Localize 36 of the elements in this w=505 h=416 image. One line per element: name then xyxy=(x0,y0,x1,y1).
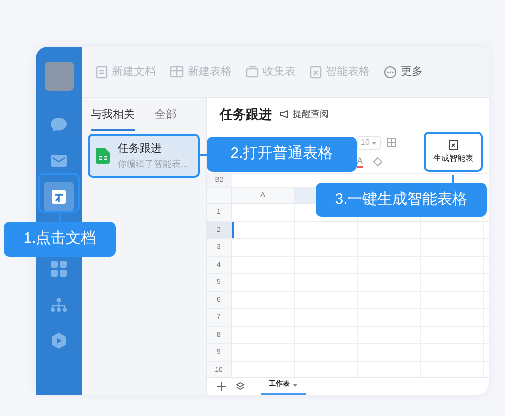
smart-table-icon xyxy=(310,66,322,78)
file-title: 任务跟进 xyxy=(118,142,163,157)
tray-icon xyxy=(246,66,259,78)
file-item[interactable]: 任务跟进 你编辑了智能表... xyxy=(88,134,200,178)
chat-icon xyxy=(50,117,68,133)
layers-icon[interactable] xyxy=(236,382,245,391)
caret-icon xyxy=(372,142,377,144)
document-icon xyxy=(51,189,67,205)
hexagon-logo-icon xyxy=(51,333,67,349)
spreadsheet-file-icon xyxy=(96,148,110,164)
selected-cell[interactable] xyxy=(232,222,295,238)
remind-button[interactable]: 提醒查阅 xyxy=(280,108,329,122)
border-icon[interactable] xyxy=(386,138,397,148)
smart-table-icon xyxy=(449,140,458,150)
fill-color-icon[interactable] xyxy=(373,157,384,167)
callout: 3.一键生成智能表格 xyxy=(316,183,487,217)
callout: 1.点击文档 xyxy=(4,222,116,257)
highlight-frame xyxy=(38,173,80,213)
add-icon[interactable] xyxy=(217,382,226,391)
caret-icon xyxy=(293,384,298,387)
megaphone-icon xyxy=(280,110,290,119)
sidebar-item[interactable] xyxy=(44,182,74,212)
more-icon xyxy=(384,66,397,78)
callout: 2.打开普通表格 xyxy=(207,137,357,172)
generate-smart-table-button[interactable]: 生成智能表 xyxy=(424,132,483,172)
sheet-title: 任务跟进 xyxy=(220,106,272,124)
avatar-photo-placeholder xyxy=(44,62,74,91)
tab[interactable]: 全部 xyxy=(155,106,177,131)
mail-icon xyxy=(50,154,68,168)
table-icon xyxy=(170,66,184,78)
tab[interactable]: 与我相关 xyxy=(91,106,135,131)
document-icon xyxy=(96,66,108,78)
file-subtitle: 你编辑了智能表... xyxy=(118,158,189,170)
org-chart-icon xyxy=(51,298,67,312)
apps-grid-icon xyxy=(51,261,67,277)
toolbar-button[interactable]: 更多 xyxy=(384,64,423,80)
